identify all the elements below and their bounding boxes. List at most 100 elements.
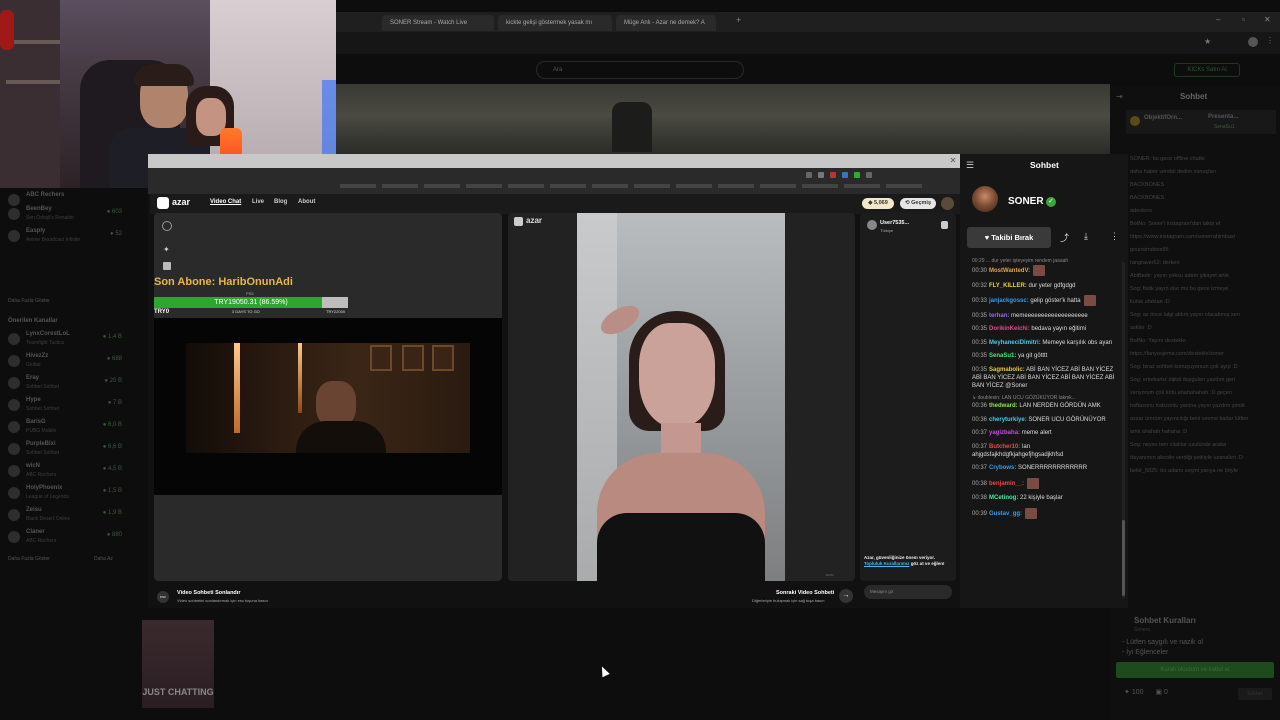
gallery-icon[interactable]	[163, 262, 171, 270]
esc-key-icon[interactable]: esc	[157, 591, 169, 603]
bookmark-item[interactable]	[718, 184, 754, 188]
message-username[interactable]: MostWantedV:	[989, 268, 1030, 274]
shelf-plank	[6, 40, 60, 44]
bookmark-item[interactable]	[382, 184, 418, 188]
sidebar-recommended-channel[interactable]: HolyPhoenix League of Legends ● 1,5 B	[8, 485, 122, 507]
extension-icon[interactable]	[818, 172, 824, 178]
extension-icon[interactable]	[866, 172, 872, 178]
streamer-name[interactable]: SONER	[1008, 196, 1044, 207]
message-username[interactable]: cheryturkiye:	[989, 417, 1027, 423]
kick-search-input[interactable]: Ara	[536, 61, 744, 79]
nav-blog[interactable]: Blog	[274, 199, 287, 205]
effects-icon[interactable]: ✦	[163, 245, 170, 254]
download-icon[interactable]: ⤓	[1084, 231, 1088, 242]
sidebar-recommended-channel[interactable]: HivezZz Global ● 688	[8, 353, 122, 375]
message-username[interactable]: thedward:	[989, 403, 1018, 409]
sidebar-show-more-bottom[interactable]: Daha Fazla Göster	[8, 556, 50, 562]
azar-logo[interactable]: azar	[172, 197, 190, 207]
bookmark-item[interactable]	[634, 184, 670, 188]
next-arrow-button[interactable]: →	[839, 589, 853, 603]
sidebar-recommended-channel[interactable]: Claner ABC Rechers ● 880	[8, 529, 122, 551]
minimize-icon[interactable]: –	[1216, 15, 1220, 24]
sidebar-recommended-channel[interactable]: Eray Sohbet Sohbet ● 20 B	[8, 375, 122, 397]
more-options-icon[interactable]: ⋮	[1110, 231, 1119, 242]
camera-off-icon[interactable]	[162, 221, 172, 231]
nav-video-chat[interactable]: Video Chat	[210, 199, 241, 205]
extension-icon[interactable]	[830, 172, 836, 178]
extension-icon[interactable]	[806, 172, 812, 178]
report-icon[interactable]	[941, 221, 948, 229]
message-username[interactable]: Crybows:	[989, 465, 1016, 471]
bookmark-item[interactable]	[676, 184, 712, 188]
chat-scroll-thumb[interactable]	[1122, 520, 1125, 596]
sidebar-recommended-channel[interactable]: LynxCorestLoL Teamfight Tactics ● 1,4 B	[8, 331, 122, 353]
nav-live[interactable]: Live	[252, 199, 264, 205]
kick-pinned-bar[interactable]: ObjektifOrn... Presenta... SenaSu1	[1126, 110, 1276, 134]
history-button[interactable]: ⟲ Geçmiş	[900, 198, 936, 209]
profile-avatar[interactable]	[1248, 37, 1258, 47]
nav-about[interactable]: About	[298, 199, 315, 205]
streamer-avatar[interactable]	[972, 186, 998, 212]
message-username[interactable]: SenaSu1:	[989, 353, 1016, 359]
accept-rules-button[interactable]: Kuralı okudum ve kabul et	[1116, 662, 1274, 678]
sidebar-recommended-channel[interactable]: Zeisu Black Desert Online ● 1,9 B	[8, 507, 122, 529]
bookmark-item[interactable]	[760, 184, 796, 188]
maximize-icon[interactable]: ▫	[1242, 15, 1245, 24]
bookmark-item[interactable]	[508, 184, 544, 188]
message-username[interactable]: MCetinog:	[989, 495, 1018, 501]
bookmark-item[interactable]	[466, 184, 502, 188]
bookmark-item[interactable]	[592, 184, 628, 188]
message-username[interactable]: DorikinKeichi:	[989, 326, 1030, 332]
bookmark-item[interactable]	[424, 184, 460, 188]
sidebar-recommended-channel[interactable]: wicN ABC Rechers ● 4,5 B	[8, 463, 122, 485]
window-close-icon[interactable]: ✕	[948, 156, 958, 166]
close-window-icon[interactable]: ✕	[1264, 15, 1271, 24]
message-username[interactable]: Sagmabolic:	[989, 367, 1025, 373]
chat-collapse-icon[interactable]: ☰	[966, 160, 974, 171]
sidebar-recommended-channel[interactable]: BarisG PUBG Mobile ● 6,0 B	[8, 419, 122, 441]
bookmark-item[interactable]	[886, 184, 922, 188]
sidebar-recommended-channel[interactable]: PurpleBixi Sohbet Sohbet ● 6,6 B	[8, 441, 122, 463]
browser-tab-search[interactable]: kickte gelişi göstermek yasak mı	[498, 15, 612, 31]
browser-address-bar[interactable]: ★ ⋮	[336, 32, 1280, 54]
sidebar-show-less[interactable]: Daha Az	[94, 556, 113, 562]
browser-menu-icon[interactable]: ⋮	[1266, 36, 1274, 45]
extension-icon[interactable]	[854, 172, 860, 178]
bookmark-star-icon[interactable]: ★	[1204, 37, 1211, 46]
kick-chat-send-button[interactable]: Sohbet	[1238, 688, 1272, 700]
message-input[interactable]: Mesajını gir	[864, 585, 952, 599]
bookmark-item[interactable]	[802, 184, 838, 188]
message-username[interactable]: terhan:	[989, 313, 1009, 319]
bookmark-item[interactable]	[844, 184, 880, 188]
message-username[interactable]: FLY_KILLER:	[989, 283, 1027, 289]
message-username[interactable]: benjamin__:	[989, 481, 1024, 487]
browser-tab-soner[interactable]: SONER Stream - Watch Live	[382, 15, 494, 31]
next-chat-title[interactable]: Sonraki Video Sohbeti	[776, 590, 834, 596]
chat-message: 00:37 Butcher10: lan ahjgdsfajkhdgfkjahge…	[972, 443, 1118, 459]
message-time: 00:35	[972, 366, 988, 373]
azar-user-avatar[interactable]	[941, 197, 954, 210]
message-username[interactable]: Butcher10:	[989, 444, 1020, 450]
gem-balance-badge[interactable]: ◆ 5,069	[862, 198, 894, 209]
extension-icon[interactable]	[842, 172, 848, 178]
kick-chat-collapse-icon[interactable]: ⇥	[1116, 92, 1123, 101]
browser-tab-muge[interactable]: Müge Anlı - Azar ne demek? A	[616, 15, 716, 31]
sidebar-channel[interactable]: BeenBey Sen Ödeşli's Ronaldo ● 603	[8, 206, 122, 228]
unfollow-button[interactable]: ♥ Takibi Bırak	[967, 227, 1051, 248]
message-username[interactable]: janjackgossc:	[989, 298, 1029, 304]
community-rules-link[interactable]: Topluluk Kurallarımız	[864, 561, 909, 566]
sidebar-channel[interactable]: Easply Anime Broadcast Infinite ● 52	[8, 228, 122, 250]
kick-buy-kicks-button[interactable]: KICKs Satın Al	[1174, 63, 1240, 77]
bookmark-item[interactable]	[340, 184, 376, 188]
message-username[interactable]: MeyhaneciDimitri:	[989, 340, 1041, 346]
share-icon[interactable]: ⤴	[1060, 231, 1069, 244]
sidebar-recommended-channel[interactable]: Hype Sohbet Sohbet ● 7 B	[8, 397, 122, 419]
new-tab-icon[interactable]: +	[736, 15, 741, 25]
sidebar-show-more[interactable]: Daha Fazla Göster	[8, 298, 50, 304]
bookmark-item[interactable]	[550, 184, 586, 188]
partner-name[interactable]: User7535...	[880, 220, 909, 226]
end-chat-title[interactable]: Video Sohbeti Sonlandır	[177, 590, 240, 596]
message-username[interactable]: yagizbaha:	[989, 430, 1020, 436]
message-username[interactable]: Gustav_gg:	[989, 511, 1022, 517]
partner-face	[639, 323, 715, 427]
